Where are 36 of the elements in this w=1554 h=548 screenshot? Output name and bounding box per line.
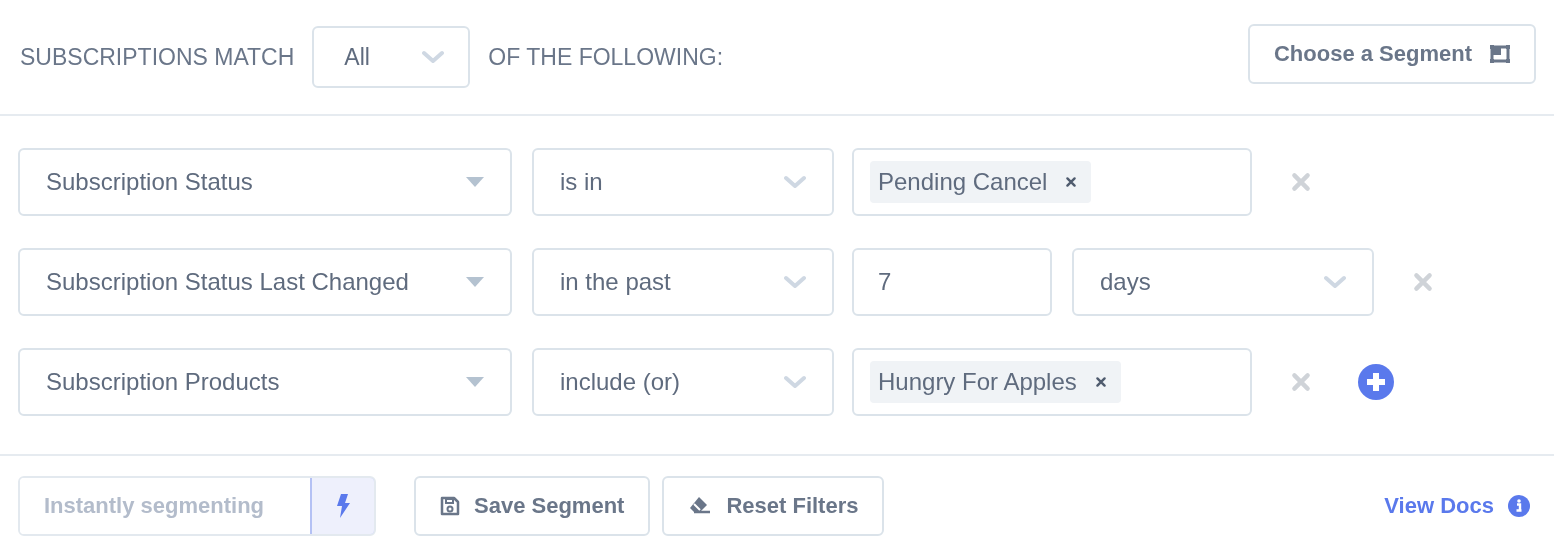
match-label-suffix: OF THE FOLLOWING: [488,43,724,71]
choose-segment-button[interactable]: Choose a Segment [1247,24,1536,84]
operator-dropdown[interactable]: include (or) [532,348,834,416]
value-field[interactable]: Hungry For Apples [852,348,1252,416]
match-label: SUBSCRIPTIONS MATCH [20,43,295,71]
chevron-down-icon [784,275,806,289]
eraser-icon [688,496,713,516]
chevron-down-icon [784,175,806,189]
operator-dropdown[interactable]: in the past [532,248,834,316]
remove-tag-icon[interactable] [1065,176,1078,188]
field-dropdown[interactable]: Subscription Status Last Changed [18,248,512,316]
chevron-down-icon [422,50,445,64]
view-docs-link[interactable]: View Docs [1384,493,1494,519]
number-field[interactable]: 7 [852,248,1052,316]
value-tag: Pending Cancel [870,161,1092,203]
add-filter-icon[interactable] [1358,364,1394,400]
remove-tag-icon[interactable] [1094,376,1107,388]
chevron-down-icon [784,375,806,389]
match-dropdown[interactable]: All [312,26,471,88]
chevron-down-icon [1324,275,1346,289]
operator-dropdown[interactable]: is in [532,148,834,216]
value-field[interactable]: Pending Cancel [852,148,1252,216]
unit-dropdown[interactable]: days [1072,248,1374,316]
instant-toggle[interactable] [310,478,374,534]
caret-down-icon [466,177,484,187]
caret-down-icon [466,377,484,387]
value-tag: Hungry For Apples [870,361,1121,403]
reset-filters-button[interactable]: Reset Filters [662,476,885,536]
instant-segment-field[interactable]: Instantly segmenting [18,476,376,536]
info-icon [1508,495,1530,517]
lightning-icon [336,494,350,518]
field-dropdown[interactable]: Subscription Products [18,348,512,416]
save-segment-button[interactable]: Save Segment [414,476,651,536]
field-dropdown[interactable]: Subscription Status [18,148,512,216]
segment-icon [1490,45,1510,63]
caret-down-icon [466,277,484,287]
